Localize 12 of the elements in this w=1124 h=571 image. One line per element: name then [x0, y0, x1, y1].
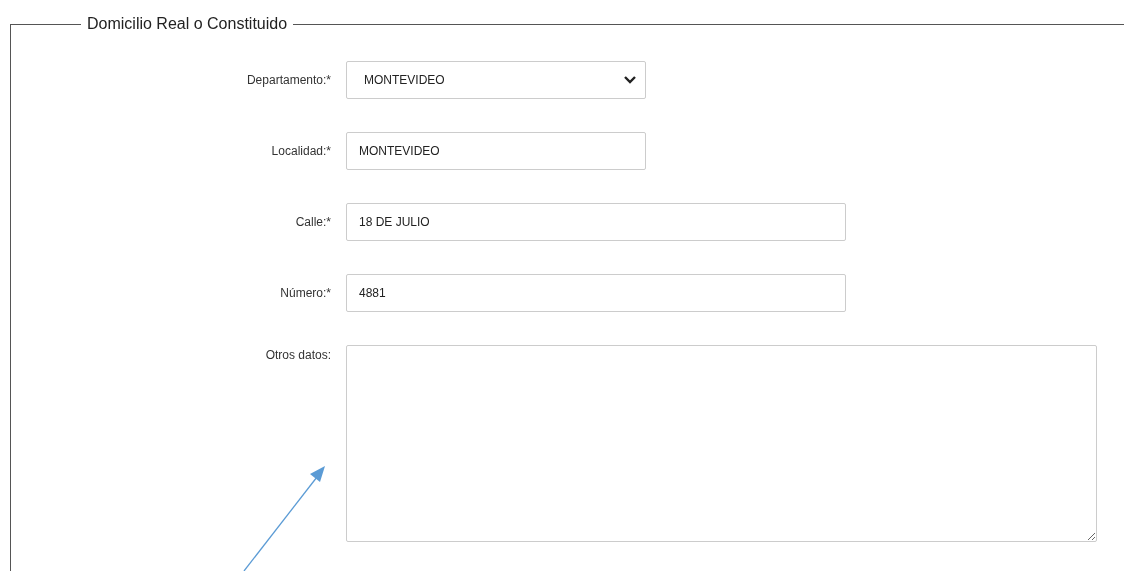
field-label: Localidad:*	[270, 144, 331, 158]
field-label: Departamento:*	[245, 73, 331, 87]
field-label: Calle:*	[294, 215, 331, 229]
dropdown[interactable]: MONTEVIDEO	[346, 61, 646, 99]
input-field[interactable]: 4881	[346, 274, 846, 312]
text-area[interactable]	[346, 345, 1097, 542]
field-label: Otros datos:	[264, 347, 331, 362]
section-legend: Domicilio Real o Constituido	[81, 15, 294, 33]
input-field[interactable]: 18 DE JULIO	[346, 203, 846, 241]
input-field[interactable]: MONTEVIDEO	[346, 132, 646, 170]
field-label: Número:*	[279, 286, 331, 300]
chevron-down-icon	[623, 75, 637, 85]
